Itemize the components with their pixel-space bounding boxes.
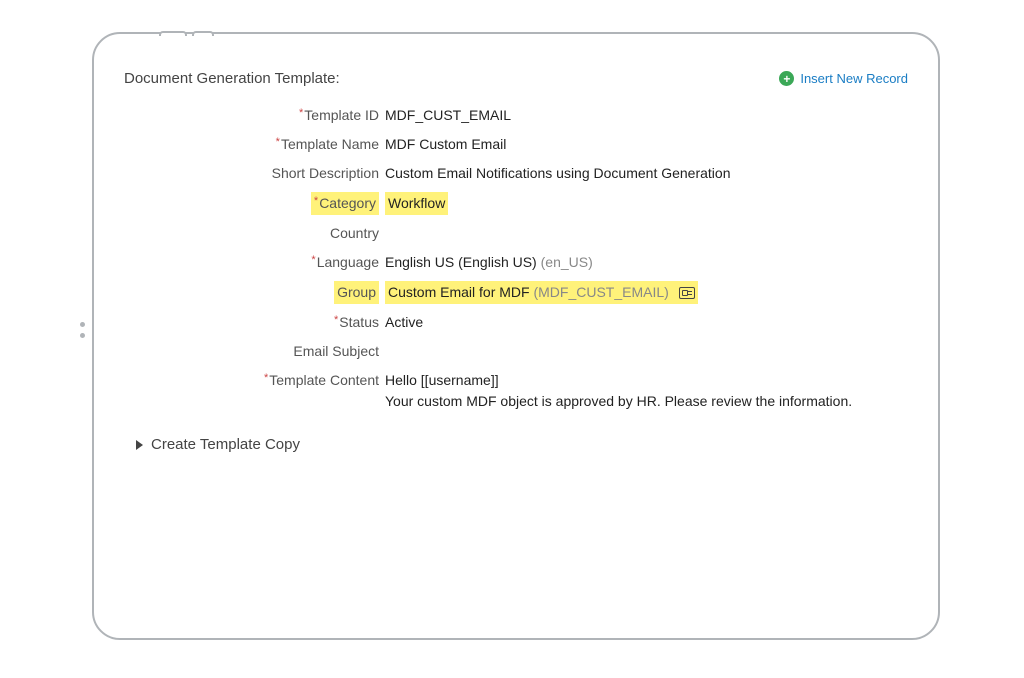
expander-label: Create Template Copy xyxy=(151,436,300,453)
label-email-subject: Email Subject xyxy=(293,343,379,359)
value-short-description[interactable]: Custom Email Notifications using Documen… xyxy=(385,163,908,184)
device-button-top-left xyxy=(159,31,187,36)
row-status: Status Active xyxy=(124,312,908,333)
plus-circle-icon: + xyxy=(779,71,794,86)
row-template-id: Template ID MDF_CUST_EMAIL xyxy=(124,105,908,126)
value-status[interactable]: Active xyxy=(385,312,908,333)
label-country: Country xyxy=(330,225,379,241)
row-template-content: Template Content Hello [[username]] Your… xyxy=(124,370,908,412)
insert-new-record-link[interactable]: + Insert New Record xyxy=(779,71,908,86)
row-email-subject: Email Subject xyxy=(124,341,908,362)
group-hint: (MDF_CUST_EMAIL) xyxy=(533,284,668,300)
form-area: Template ID MDF_CUST_EMAIL Template Name… xyxy=(112,99,920,459)
value-template-id[interactable]: MDF_CUST_EMAIL xyxy=(385,105,908,126)
insert-label: Insert New Record xyxy=(800,71,908,86)
value-template-content[interactable]: Hello [[username]] Your custom MDF objec… xyxy=(385,370,908,412)
value-template-name[interactable]: MDF Custom Email xyxy=(385,134,908,155)
label-status: Status xyxy=(334,314,379,330)
language-hint: (en_US) xyxy=(541,254,593,270)
label-short-description: Short Description xyxy=(272,165,379,181)
row-short-description: Short Description Custom Email Notificat… xyxy=(124,163,908,184)
triangle-right-icon xyxy=(136,440,143,450)
label-template-id: Template ID xyxy=(299,107,379,123)
device-button-top-right xyxy=(192,31,214,36)
value-category[interactable]: Workflow xyxy=(385,192,448,215)
label-category: Category xyxy=(311,192,379,215)
label-group: Group xyxy=(334,281,379,304)
row-category: Category Workflow xyxy=(124,192,908,215)
row-country: Country xyxy=(124,223,908,244)
page-title: Document Generation Template: xyxy=(124,70,340,87)
row-language: Language English US (English US) (en_US) xyxy=(124,252,908,273)
create-template-copy-expander[interactable]: Create Template Copy xyxy=(124,436,908,453)
row-template-name: Template Name MDF Custom Email xyxy=(124,134,908,155)
label-template-content: Template Content xyxy=(264,372,379,388)
value-language[interactable]: English US (English US) (en_US) xyxy=(385,252,908,273)
page-header: Document Generation Template: + Insert N… xyxy=(112,52,920,99)
label-template-name: Template Name xyxy=(276,136,379,152)
label-language: Language xyxy=(311,254,379,270)
screen: Document Generation Template: + Insert N… xyxy=(112,52,920,620)
value-group[interactable]: Custom Email for MDF (MDF_CUST_EMAIL) xyxy=(385,281,698,304)
device-side-dots xyxy=(80,322,85,344)
device-frame: Document Generation Template: + Insert N… xyxy=(92,32,940,640)
card-icon[interactable] xyxy=(679,287,695,299)
row-group: Group Custom Email for MDF (MDF_CUST_EMA… xyxy=(124,281,908,304)
